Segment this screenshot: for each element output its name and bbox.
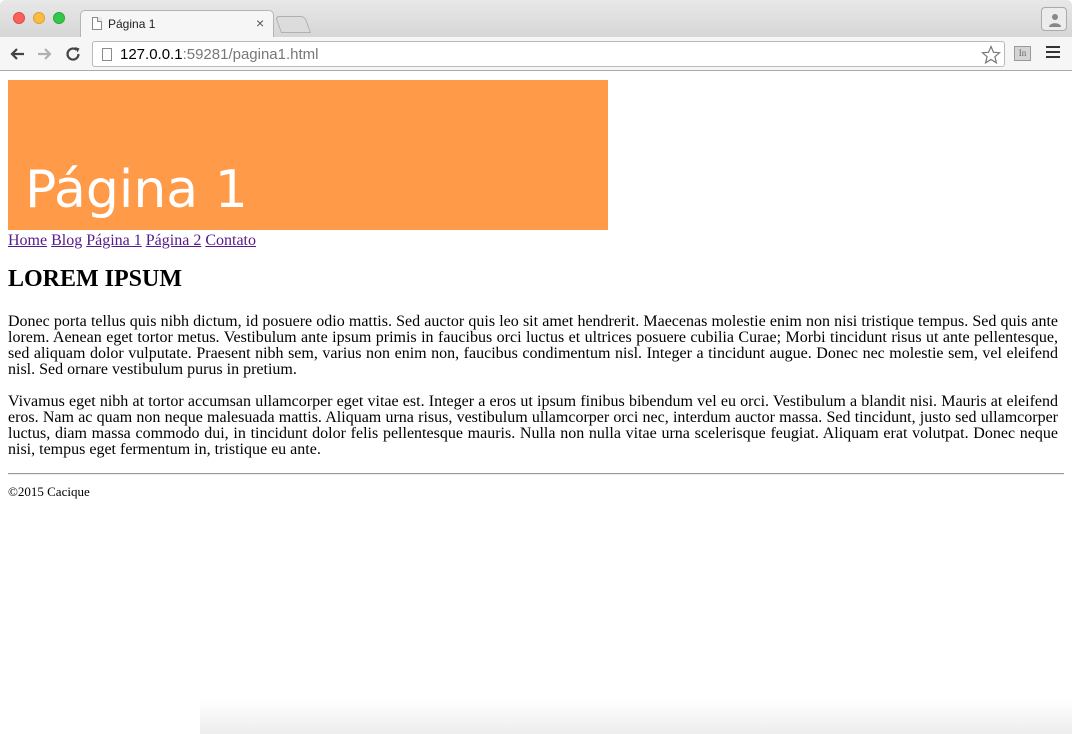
page-icon — [102, 48, 112, 61]
close-window-button[interactable] — [13, 12, 25, 24]
browser-titlebar: Página 1 × — [0, 0, 1072, 38]
site-navigation: Home Blog Página 1 Página 2 Contato — [8, 232, 256, 250]
footer-copyright: ©2015 Cacique — [8, 484, 90, 499]
nav-link-pagina-1[interactable]: Página 1 — [86, 232, 142, 249]
forward-arrow-icon[interactable] — [36, 45, 54, 63]
url-text[interactable]: 127.0.0.1:59281/pagina1.html — [120, 46, 319, 63]
browser-toolbar: 127.0.0.1:59281/pagina1.html In — [0, 37, 1072, 71]
tab-title: Página 1 — [108, 17, 156, 31]
menu-icon[interactable] — [1046, 46, 1060, 60]
nav-link-home[interactable]: Home — [8, 232, 47, 249]
profile-button[interactable] — [1041, 7, 1067, 31]
header-banner: Página 1 — [8, 80, 608, 230]
window-shadow — [200, 700, 1072, 734]
page-heading: LOREM IPSUM — [8, 266, 182, 292]
nav-link-contato[interactable]: Contato — [205, 232, 256, 249]
reload-icon[interactable] — [64, 45, 82, 63]
paragraph: Vivamus eget nibh at tortor accumsan ull… — [8, 393, 1058, 458]
minimize-window-button[interactable] — [33, 12, 45, 24]
back-arrow-icon[interactable] — [8, 45, 26, 63]
bookmark-star-icon[interactable] — [981, 45, 1001, 65]
banner-title: Página 1 — [25, 160, 248, 220]
nav-link-pagina-2[interactable]: Página 2 — [146, 232, 202, 249]
nav-link-blog[interactable]: Blog — [51, 232, 82, 249]
paragraph: Donec porta tellus quis nibh dictum, id … — [8, 313, 1058, 378]
person-icon — [1049, 14, 1061, 27]
divider — [8, 473, 1064, 475]
zoom-window-button[interactable] — [53, 12, 65, 24]
new-tab-button[interactable] — [274, 16, 312, 33]
page-icon — [92, 17, 102, 30]
extension-icon[interactable]: In — [1014, 46, 1031, 61]
browser-tab-active[interactable]: Página 1 × — [80, 10, 274, 38]
address-bar[interactable]: 127.0.0.1:59281/pagina1.html — [92, 41, 1005, 67]
web-page: Página 1 Home Blog Página 1 Página 2 Con… — [0, 72, 1072, 734]
tab-close-icon[interactable]: × — [256, 15, 264, 31]
